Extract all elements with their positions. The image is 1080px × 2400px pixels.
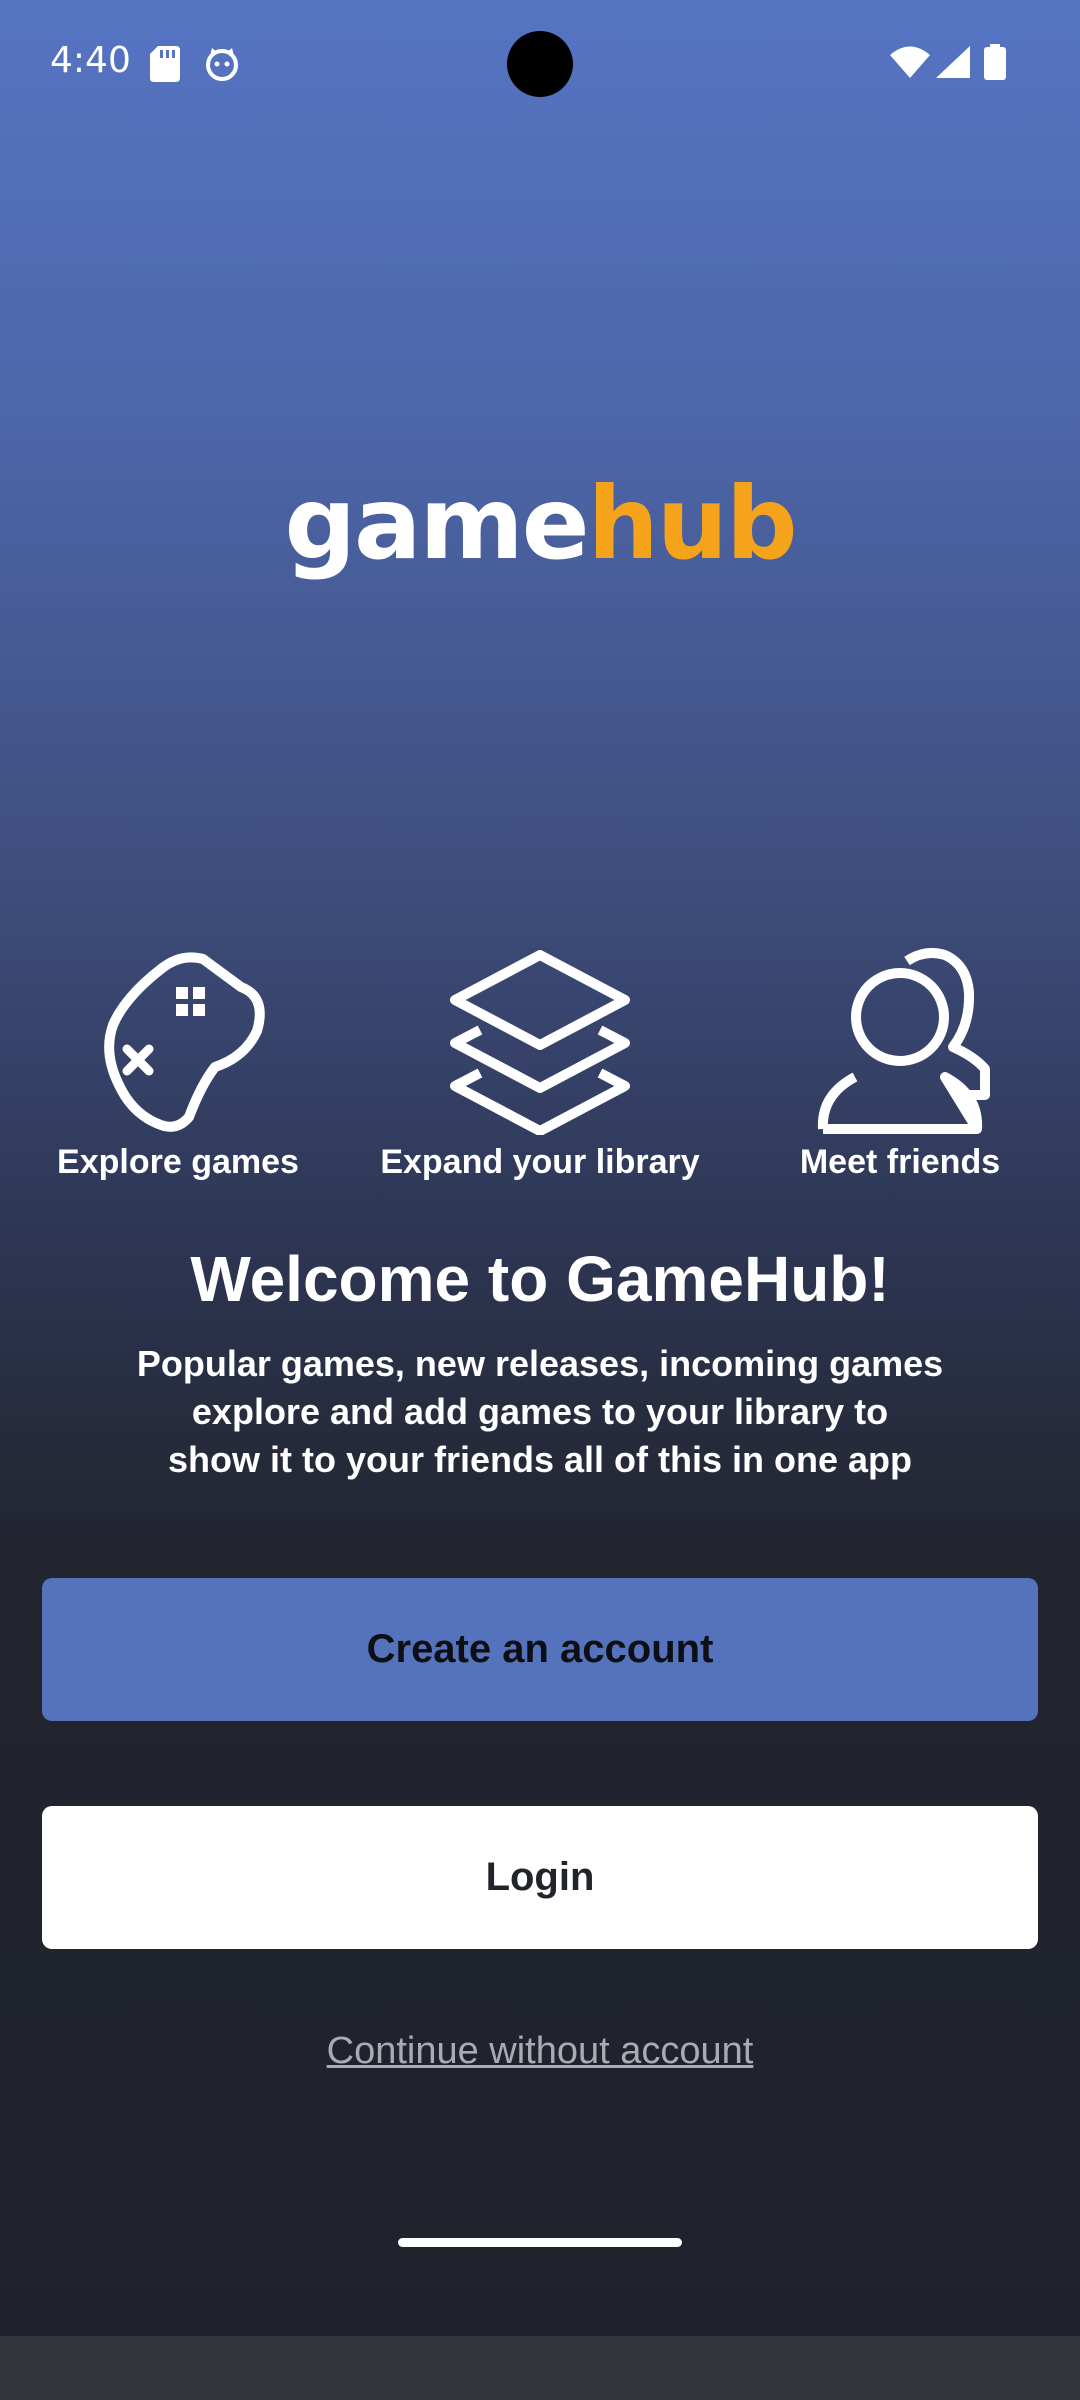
welcome-line: show it to your friends all of this in o… (167, 1439, 913, 1480)
battery-icon (984, 44, 1006, 80)
wifi-icon (890, 46, 930, 78)
cat-icon (206, 48, 238, 81)
continue-without-account-link[interactable]: Continue without account (0, 2030, 1080, 2073)
status-time: 4:40 (50, 40, 131, 81)
welcome-description: Popular games, new releases, incoming ga… (90, 1340, 990, 1484)
camera-cutout (507, 31, 573, 97)
feature-expand-library: Expand your library (370, 945, 710, 1182)
logo-game-text: game (284, 465, 589, 582)
welcome-line: Popular games, new releases, incoming ga… (136, 1343, 944, 1384)
home-gesture-handle[interactable] (398, 2238, 682, 2247)
create-account-button[interactable]: Create an account (42, 1578, 1038, 1721)
gamehub-logo: gamehub (0, 465, 1080, 582)
layers-icon (450, 950, 630, 1135)
feature-label: Meet friends (799, 1143, 1001, 1181)
feature-meet-friends: Meet friends (730, 945, 1070, 1182)
navigation-bar (0, 2336, 1080, 2400)
feature-explore-games: Explore games (8, 945, 348, 1182)
welcome-line: explore and add games to your library to (191, 1391, 889, 1432)
feature-label: Explore games (57, 1143, 299, 1181)
features-row: Explore games Expand your library Meet f… (0, 945, 1080, 1195)
gamepad-icon (104, 952, 265, 1132)
welcome-title: Welcome to GameHub! (190, 1243, 890, 1315)
feature-label: Expand your library (380, 1143, 700, 1181)
login-button[interactable]: Login (42, 1806, 1038, 1949)
sd-card-icon (150, 46, 180, 82)
friends-icon (817, 948, 990, 1134)
status-bar: 4:40 (0, 0, 1080, 130)
logo-hub-text: hub (587, 465, 798, 582)
signal-icon (936, 46, 970, 78)
